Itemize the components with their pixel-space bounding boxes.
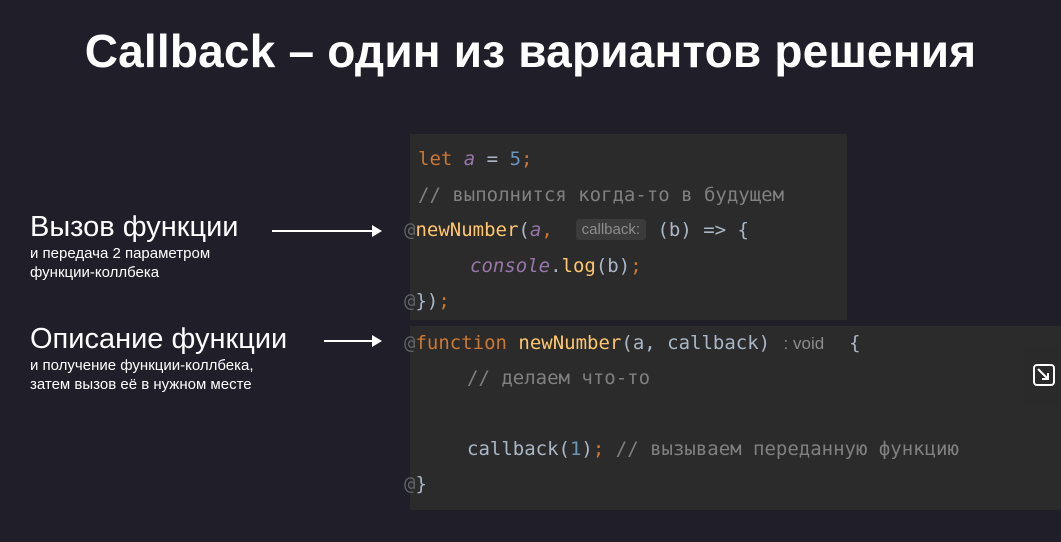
code-comment-future: // выполнится когда-то в будущем [418,184,785,206]
var-a: a [529,219,542,241]
semicolon: ; [521,148,533,170]
keyword-let: let [418,148,453,170]
close-text: }) [415,290,439,312]
code-line-callback-call: callback(1); // вызываем переданную функ… [467,438,959,460]
code-line-close-brace: @} [404,473,427,495]
code-line-let: let a = 5; [418,148,532,170]
keyword-function: function [415,332,507,354]
label-describe-sub1: и получение функции-коллбека, [30,357,254,374]
code-panel-describe: @function newNumber(a, callback) : void … [404,326,1061,510]
fn-newNumber-def: newNumber [518,332,622,354]
return-type-hint: : void [783,334,825,353]
label-describe-main: Описание функции [30,323,288,355]
params: (a, callback) [621,332,771,354]
label-call-sub2: функции-коллбека [30,264,160,281]
label-call-main: Вызов функции [30,211,239,243]
paren-close: ) [581,438,593,460]
code-comment-call: // вызываем переданную функцию [615,438,959,460]
num-5: 5 [509,148,522,170]
semicolon: ; [438,290,450,312]
fn-log: log [561,255,596,277]
label-describe-sub2: затем вызов её в нужном месте [30,376,252,393]
dot: . [550,255,562,277]
gutter-marker-icon: @ [404,219,416,241]
arrow-fn: (b) => { [657,219,749,241]
gutter-marker-icon: @ [404,473,416,495]
obj-console: console [470,255,551,277]
comma: , [541,219,553,241]
label-call: Вызов функции и передача 2 параметром фу… [30,210,239,282]
callback-call: callback( [467,438,570,460]
code-line-console: console.log(b); [470,255,642,277]
arrow-describe [324,335,382,347]
paren-open: ( [518,219,530,241]
code-line-call: @newNumber(a, callback: (b) => { [404,219,749,241]
label-describe: Описание функции и получение функции-кол… [30,322,287,394]
code-comment-do: // делаем что-то [467,367,651,389]
num-1: 1 [569,438,582,460]
semicolon: ; [592,438,605,460]
fn-newNumber: newNumber [415,219,519,241]
code-panel-call: let a = 5; // выполнится когда-то в буду… [404,134,847,320]
arrow-call [272,225,382,237]
exit-fullscreen-button[interactable] [1023,348,1061,404]
op-assign: = [475,148,510,170]
exit-fullscreen-icon [1033,364,1055,386]
brace-close: } [415,473,427,495]
code-line-function: @function newNumber(a, callback) : void … [404,332,861,354]
var-a: a [463,148,476,170]
slide-title: Callback – один из вариантов решения [84,25,977,77]
semicolon: ; [630,255,642,277]
param-hint-callback: callback: [575,219,647,240]
gutter-marker-icon: @ [404,332,416,354]
label-call-sub1: и передача 2 параметром [30,245,211,262]
log-args: (b) [595,255,631,277]
code-line-close: @}); [404,290,450,312]
gutter-marker-icon: @ [404,290,416,312]
brace-open: { [849,332,861,354]
